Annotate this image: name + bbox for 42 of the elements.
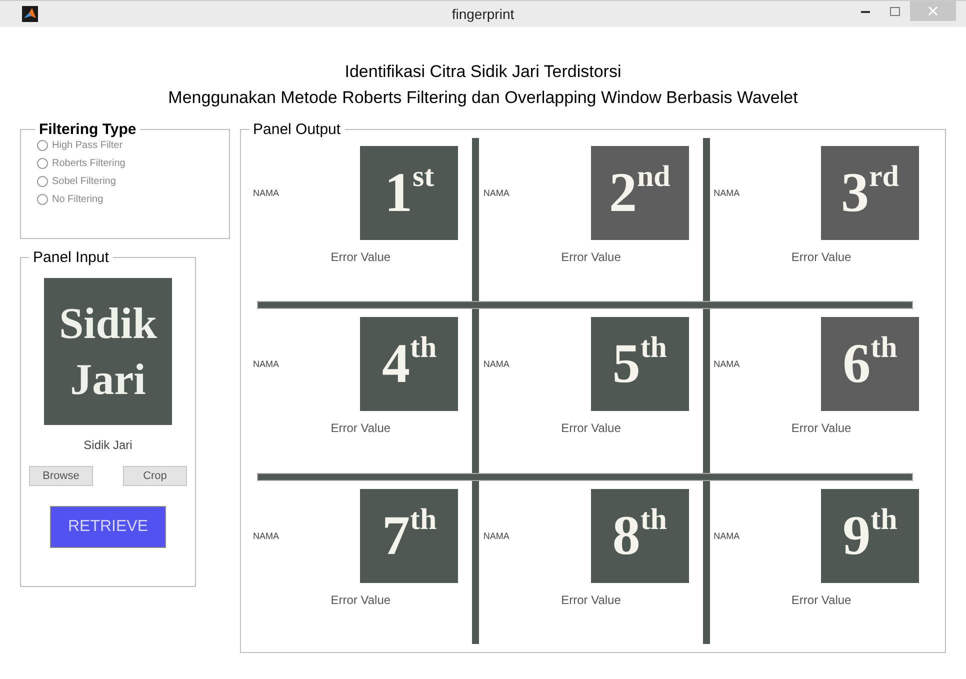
fingerprint-image: Sidik Jari	[44, 278, 172, 425]
heading-text: Menggunakan Metode Roberts Filtering dan Overlapping Window Berbasis Wavelet	[167, 87, 799, 109]
error-value-label: Error Value	[330, 592, 391, 607]
panel-title: Panel Output	[252, 121, 342, 138]
result-image: 5$^{th}$	[590, 317, 689, 412]
error-value-label: Error Value	[330, 250, 391, 264]
name-label: NAMA	[483, 359, 510, 370]
name-label: NAMA	[483, 188, 510, 198]
heading-text: Identifikasi Citra Sidik Jari Terdistorsi	[344, 61, 622, 83]
close-icon	[928, 6, 938, 16]
name-label: NAMA	[714, 530, 740, 541]
name-label: NAMA	[253, 530, 280, 541]
error-value-label: Error Value	[561, 421, 621, 436]
error-value-label: Error Value	[791, 250, 852, 264]
minimize-icon	[860, 10, 870, 12]
error-value-label: Error Value	[330, 421, 391, 436]
result-image: 6$^{th}$	[820, 317, 919, 412]
error-value-label: Error Value	[561, 250, 621, 264]
image-caption: Sidik Jari	[84, 438, 132, 452]
retrieve-button[interactable]: RETRIEVE	[50, 506, 166, 548]
name-label: NAMA	[253, 188, 280, 198]
name-label: NAMA	[253, 359, 280, 370]
app-icon	[22, 6, 38, 22]
result-image: 1$^{st}$	[360, 146, 458, 240]
error-value-label: Error Value	[561, 592, 621, 607]
name-label: NAMA	[714, 188, 740, 198]
name-label: NAMA	[714, 359, 740, 370]
window-title: fingerprint	[452, 6, 514, 22]
result-image: 3$^{rd}$	[820, 146, 919, 240]
error-value-label: Error Value	[791, 421, 852, 436]
action-button[interactable]: Browse	[29, 466, 93, 486]
name-label: NAMA	[483, 530, 510, 541]
maximize-icon	[890, 6, 900, 16]
action-button[interactable]: Crop	[123, 466, 187, 486]
error-value-label: Error Value	[791, 592, 852, 607]
result-image: 2$^{nd}$	[590, 146, 689, 240]
result-image: 8$^{th}$	[590, 488, 689, 583]
panel-title: Panel Input	[32, 249, 110, 266]
result-image: 9$^{th}$	[820, 488, 919, 583]
panel-title: Filtering Type	[38, 121, 138, 138]
result-image: 4$^{th}$	[360, 317, 458, 412]
result-image: 7$^{th}$	[360, 488, 458, 583]
